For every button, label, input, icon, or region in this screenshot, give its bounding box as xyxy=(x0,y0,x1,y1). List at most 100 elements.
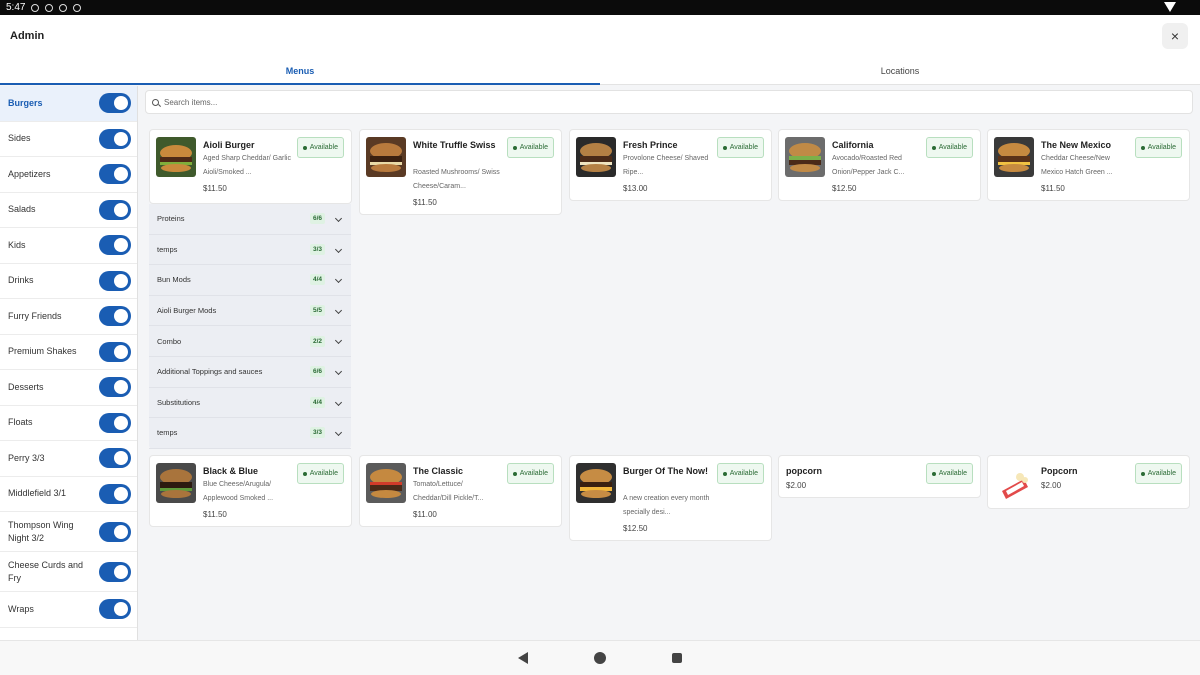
sidebar-item-label: Premium Shakes xyxy=(8,346,77,357)
item-description: Roasted Mushrooms/ Swiss Cheese/Caram... xyxy=(413,169,500,190)
available-badge[interactable]: Available xyxy=(506,463,554,484)
modifier-groups-list: Proteins 6/6 temps 3/3 Bun Mods 4/4 Aioli B… xyxy=(149,204,351,449)
badge-label: Available xyxy=(519,144,548,151)
item-name: Black & Blue xyxy=(203,466,259,476)
status-dot-icon xyxy=(512,471,517,476)
sidebar-item-burgers[interactable]: Burgers xyxy=(0,86,137,122)
home-icon[interactable] xyxy=(594,652,606,664)
menu-item-card[interactable]: California Avocado/Roasted Red Onion/Pep… xyxy=(778,129,981,201)
chevron-down-icon[interactable] xyxy=(334,245,343,253)
sidebar-item-thompson-wing-night[interactable]: Thompson Wing Night 3/2 xyxy=(0,512,137,552)
chevron-down-icon[interactable] xyxy=(334,367,343,376)
available-badge[interactable]: Available xyxy=(716,137,764,158)
back-icon[interactable] xyxy=(518,652,528,664)
app-bar: Admin × xyxy=(0,15,1200,57)
sidebar-item-drinks[interactable]: Drinks xyxy=(0,264,137,299)
modifier-group-row[interactable]: Aioli Burger Mods 5/5 xyxy=(149,296,351,327)
recents-icon[interactable] xyxy=(672,653,682,663)
tab-locations[interactable]: Locations xyxy=(600,57,1200,84)
menu-item-card[interactable]: popcorn $2.00 Available xyxy=(778,455,981,498)
sidebar-item-floats[interactable]: Floats xyxy=(0,406,137,441)
sidebar-item-premium-shakes[interactable]: Premium Shakes xyxy=(0,335,137,370)
category-toggle[interactable] xyxy=(99,483,131,504)
category-toggle[interactable] xyxy=(99,412,131,433)
available-badge[interactable]: Available xyxy=(296,137,344,158)
status-time: 5:47 xyxy=(6,2,26,13)
category-toggle[interactable] xyxy=(99,599,131,620)
modifier-group-row[interactable]: temps 3/3 xyxy=(149,235,351,266)
available-badge[interactable]: Available xyxy=(506,137,554,158)
sidebar-item-label: Middlefield 3/1 xyxy=(8,488,67,499)
menu-item-card[interactable]: Aioli Burger Aged Sharp Cheddar/ Garlic … xyxy=(149,129,352,204)
modifier-group-row[interactable]: temps 3/3 xyxy=(149,418,351,449)
menu-item-card[interactable]: The Classic Tomato/Lettuce/ Cheddar/Dill… xyxy=(359,455,562,527)
sidebar-item-perry[interactable]: Perry 3/3 xyxy=(0,441,137,477)
available-badge[interactable]: Available xyxy=(296,463,344,484)
category-toggle[interactable] xyxy=(99,270,131,291)
item-name: Burger Of The Now! xyxy=(623,466,708,476)
sidebar-item-sides[interactable]: Sides xyxy=(0,122,137,157)
menu-item-card[interactable]: Fresh Prince Provolone Cheese/ Shaved Ri… xyxy=(569,129,772,201)
tab-menus[interactable]: Menus xyxy=(0,57,600,85)
close-button[interactable]: × xyxy=(1162,23,1188,49)
category-toggle[interactable] xyxy=(99,235,131,256)
available-badge[interactable]: Available xyxy=(925,137,973,158)
sidebar-item-furry-friends[interactable]: Furry Friends xyxy=(0,299,137,335)
chevron-down-icon[interactable] xyxy=(334,276,343,284)
item-price: $12.50 xyxy=(832,184,857,193)
menu-item-card[interactable]: Burger Of The Now! A new creation every … xyxy=(569,455,772,541)
status-dot-icon xyxy=(512,145,517,150)
item-name: California xyxy=(832,140,874,150)
modifier-count-badge: 2/2 xyxy=(309,335,325,347)
available-badge[interactable]: Available xyxy=(925,463,973,484)
status-dot-icon xyxy=(722,145,727,150)
sidebar-item-label: Kids xyxy=(8,239,26,250)
chevron-down-icon[interactable] xyxy=(334,214,343,223)
category-toggle[interactable] xyxy=(99,306,131,327)
sidebar-item-label: Sides xyxy=(8,133,31,144)
sidebar-item-middlefield[interactable]: Middlefield 3/1 xyxy=(0,477,137,512)
category-toggle[interactable] xyxy=(99,448,131,469)
search-input[interactable]: Search items... xyxy=(145,90,1193,114)
sidebar-item-cheese-curds[interactable]: Cheese Curds and Fry xyxy=(0,552,137,592)
modifier-group-row[interactable]: Combo 2/2 xyxy=(149,326,351,357)
item-photo xyxy=(785,137,825,177)
item-price: $11.50 xyxy=(413,198,437,207)
category-toggle[interactable] xyxy=(99,164,131,185)
menu-item-card[interactable]: Popcorn $2.00 Available xyxy=(987,455,1190,509)
available-badge[interactable]: Available xyxy=(716,463,764,484)
item-price: $2.00 xyxy=(786,481,807,490)
menu-item-card[interactable]: White Truffle Swiss Roasted Mushrooms/ S… xyxy=(359,129,562,215)
sidebar-item-salads[interactable]: Salads xyxy=(0,193,137,228)
modifier-count-badge: 6/6 xyxy=(309,213,325,225)
chevron-down-icon[interactable] xyxy=(334,398,343,406)
item-price: $2.00 xyxy=(1041,481,1062,490)
category-toggle[interactable] xyxy=(99,521,131,542)
sidebar-item-desserts[interactable]: Desserts xyxy=(0,370,137,406)
modifier-group-row[interactable]: Substitutions 4/4 xyxy=(149,388,351,419)
category-toggle[interactable] xyxy=(99,199,131,220)
category-toggle[interactable] xyxy=(99,341,131,362)
modifier-count-badge: 5/5 xyxy=(309,305,325,317)
modifier-group-row[interactable]: Bun Mods 4/4 xyxy=(149,265,351,296)
available-badge[interactable]: Available xyxy=(1134,137,1182,158)
category-toggle[interactable] xyxy=(99,561,131,582)
sidebar-item-kids[interactable]: Kids xyxy=(0,228,137,264)
modifier-group-name: Substitutions xyxy=(157,397,200,407)
available-badge[interactable]: Available xyxy=(1134,463,1182,484)
item-price: $13.00 xyxy=(623,184,648,193)
menu-item-card[interactable]: The New Mexico Cheddar Cheese/New Mexico… xyxy=(987,129,1190,201)
category-toggle[interactable] xyxy=(99,93,131,114)
sidebar-item-label: Salads xyxy=(8,204,36,215)
menu-item-card[interactable]: Black & Blue Blue Cheese/Arugula/ Applew… xyxy=(149,455,352,527)
sidebar-item-label: Desserts xyxy=(8,381,44,392)
category-toggle[interactable] xyxy=(99,377,131,398)
category-toggle[interactable] xyxy=(99,128,131,149)
chevron-down-icon[interactable] xyxy=(334,429,343,437)
sidebar-item-appetizers[interactable]: Appetizers xyxy=(0,157,137,193)
sidebar-item-wraps[interactable]: Wraps xyxy=(0,592,137,628)
modifier-group-row[interactable]: Proteins 6/6 xyxy=(149,204,351,235)
chevron-down-icon[interactable] xyxy=(334,306,343,314)
modifier-group-row[interactable]: Additional Toppings and sauces 6/6 xyxy=(149,357,351,388)
chevron-down-icon[interactable] xyxy=(334,337,343,345)
